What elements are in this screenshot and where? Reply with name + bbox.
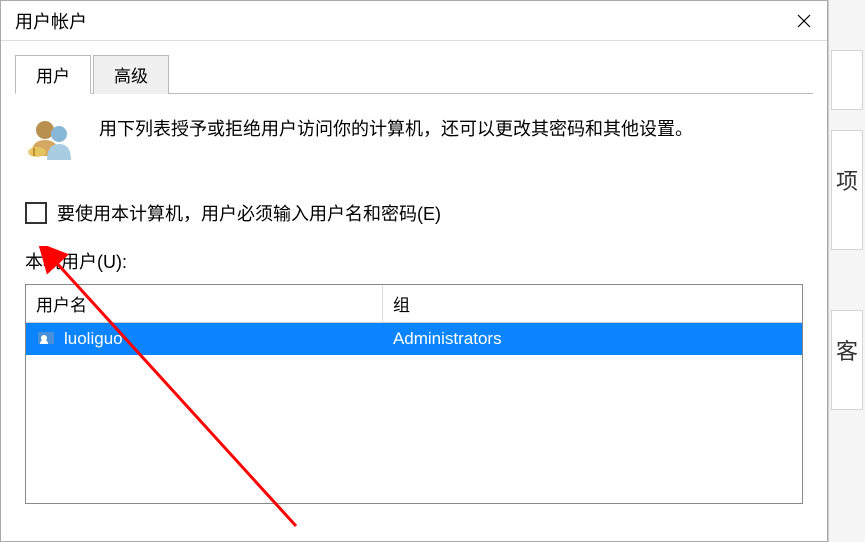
cell-group: Administrators xyxy=(383,323,802,355)
tab-advanced[interactable]: 高级 xyxy=(93,55,169,94)
table-header: 用户名 组 xyxy=(26,285,802,323)
titlebar: 用户帐户 xyxy=(1,1,827,41)
column-header-group[interactable]: 组 xyxy=(383,285,802,322)
require-credentials-row: 要使用本计算机，用户必须输入用户名和密码(E) xyxy=(25,200,803,226)
background-window-strip: 项 客 xyxy=(828,0,865,542)
users-icon xyxy=(25,114,77,166)
group-text: Administrators xyxy=(393,329,502,349)
require-credentials-label[interactable]: 要使用本计算机，用户必须输入用户名和密码(E) xyxy=(57,200,441,226)
close-icon xyxy=(797,14,811,28)
side-text-1: 项 xyxy=(832,171,862,193)
info-text: 用下列表授予或拒绝用户访问你的计算机，还可以更改其密码和其他设置。 xyxy=(99,114,693,145)
table-row[interactable]: luoliguo Administrators xyxy=(26,323,802,355)
info-row: 用下列表授予或拒绝用户访问你的计算机，还可以更改其密码和其他设置。 xyxy=(25,114,803,166)
column-header-username[interactable]: 用户名 xyxy=(26,285,383,322)
tab-header: 用户 高级 xyxy=(15,55,813,94)
users-list-label: 本机用户(U): xyxy=(25,248,803,274)
side-text-2: 客 xyxy=(832,341,862,363)
close-button[interactable] xyxy=(781,1,827,41)
username-text: luoliguo xyxy=(64,329,123,349)
table-body: luoliguo Administrators xyxy=(26,323,802,503)
user-icon xyxy=(36,329,56,349)
user-accounts-dialog: 用户帐户 用户 高级 用下列表授予或拒绝用户访问你的计算机，还可以更改其密码和其… xyxy=(0,0,828,542)
cell-username: luoliguo xyxy=(26,323,383,355)
tab-content: 用下列表授予或拒绝用户访问你的计算机，还可以更改其密码和其他设置。 要使用本计算… xyxy=(1,94,827,524)
users-table: 用户名 组 luoliguo Administrators xyxy=(25,284,803,504)
tab-users[interactable]: 用户 xyxy=(15,55,91,94)
dialog-title: 用户帐户 xyxy=(15,8,87,34)
require-credentials-checkbox[interactable] xyxy=(25,202,47,224)
